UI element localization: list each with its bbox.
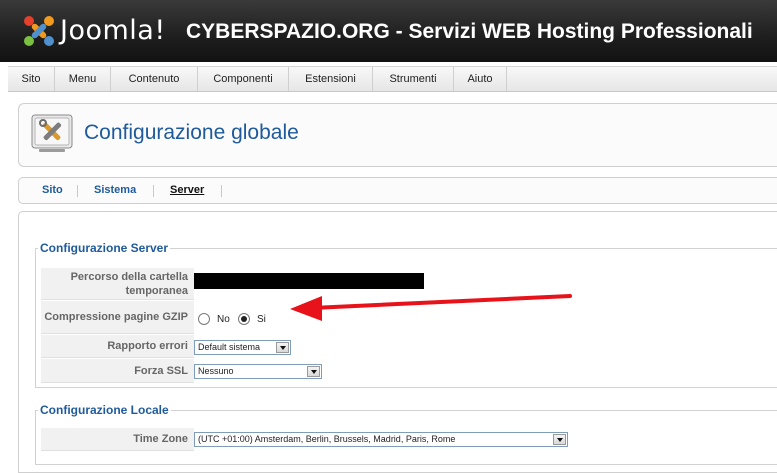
joomla-logo-icon <box>24 16 54 46</box>
site-title: CYBERSPAZIO.ORG - Servizi WEB Hosting Pr… <box>186 20 753 43</box>
server-config-legend: Configurazione Server <box>40 241 169 255</box>
page-title: Configurazione globale <box>84 121 299 144</box>
force-ssl-select[interactable]: Nessuno <box>194 364 322 379</box>
gzip-si-radio[interactable] <box>238 313 250 325</box>
gzip-si-label: Si <box>257 314 266 325</box>
temp-path-redacted-value <box>194 273 424 289</box>
tab-server[interactable]: Server <box>170 178 204 203</box>
menu-item-aiuto[interactable]: Aiuto <box>454 67 507 91</box>
chevron-down-icon <box>307 366 320 377</box>
admin-header: Joomla! CYBERSPAZIO.ORG - Servizi WEB Ho… <box>0 0 777 62</box>
configuration-tools-icon <box>31 114 73 152</box>
tab-divider <box>153 185 154 197</box>
menu-item-strumenti[interactable]: Strumenti <box>373 67 454 91</box>
main-menu-bar: Sito Menu Contenuto Componenti Estension… <box>8 66 777 92</box>
locale-config-fieldset: Configurazione Locale Time Zone (UTC +01… <box>35 403 777 465</box>
content-panel: Configurazione Server Percorso della car… <box>18 211 777 473</box>
menu-item-contenuto[interactable]: Contenuto <box>111 67 198 91</box>
timezone-label: Time Zone <box>41 428 194 451</box>
tab-divider <box>221 185 222 197</box>
server-config-fieldset: Configurazione Server Percorso della car… <box>35 241 777 388</box>
joomla-brand: Joomla! <box>60 15 166 46</box>
error-report-select[interactable]: Default sistema <box>194 340 291 355</box>
settings-tabs: Sito Sistema Server <box>18 177 777 204</box>
locale-config-legend: Configurazione Locale <box>40 403 169 417</box>
gzip-no-label: No <box>217 314 230 325</box>
tab-sito[interactable]: Sito <box>42 178 63 203</box>
tab-divider <box>77 185 78 197</box>
error-report-label: Rapporto errori <box>41 335 194 358</box>
menu-item-menu[interactable]: Menu <box>55 67 111 91</box>
menu-item-sito[interactable]: Sito <box>8 67 55 91</box>
tab-sistema[interactable]: Sistema <box>94 178 136 203</box>
chevron-down-icon <box>553 434 566 445</box>
timezone-select[interactable]: (UTC +01:00) Amsterdam, Berlin, Brussels… <box>194 432 568 447</box>
force-ssl-label: Forza SSL <box>41 359 194 383</box>
page-header: Configurazione globale <box>18 103 777 167</box>
temp-path-label: Percorso della cartella temporanea <box>41 268 194 300</box>
chevron-down-icon <box>276 342 289 353</box>
menu-item-estensioni[interactable]: Estensioni <box>289 67 373 91</box>
gzip-label: Compressione pagine GZIP <box>41 301 194 334</box>
gzip-no-radio[interactable] <box>198 313 210 325</box>
menu-item-componenti[interactable]: Componenti <box>198 67 289 91</box>
